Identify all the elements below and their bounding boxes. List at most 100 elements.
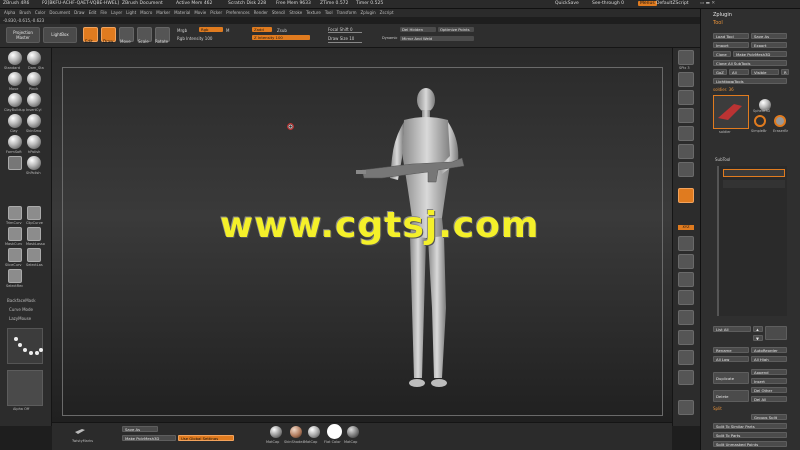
brush-pinch-icon[interactable] — [27, 72, 41, 86]
zplugin-header[interactable]: Zplugin — [713, 12, 732, 18]
current-tool-thumbnail[interactable] — [713, 95, 749, 129]
menu-item-movie[interactable]: Movie — [194, 10, 206, 15]
goz-visible-button[interactable]: Visible — [751, 69, 779, 75]
slicecurve-icon[interactable] — [8, 248, 22, 262]
menu-item-zplugin[interactable]: Zplugin — [361, 10, 376, 15]
persp-icon[interactable] — [678, 144, 694, 159]
zoom-icon[interactable] — [678, 90, 694, 105]
del-other-button[interactable]: Del Other — [751, 387, 787, 393]
rotate-view-icon[interactable] — [678, 290, 694, 305]
goz-button[interactable]: GoZ — [713, 69, 727, 75]
optimize-points-button[interactable]: Optimize Points — [438, 27, 474, 32]
tool-header[interactable]: Tool — [713, 20, 723, 26]
rgb-intensity-slider[interactable]: Rgb Intensity 100 — [177, 36, 212, 41]
local-icon[interactable] — [678, 188, 694, 203]
brush-clay-icon[interactable] — [8, 114, 22, 128]
subtool-row-active[interactable] — [723, 169, 785, 177]
use-global-settings-button[interactable]: Use Global Settings — [178, 435, 234, 441]
menu-item-texture[interactable]: Texture — [306, 10, 321, 15]
split-unmasked-button[interactable]: Split Unmasked Points — [713, 441, 787, 447]
ghost-icon[interactable] — [678, 350, 694, 365]
rgb-toggle[interactable]: Rgb — [199, 27, 223, 32]
m-toggle[interactable]: M — [226, 28, 229, 33]
subtool-row[interactable] — [723, 180, 785, 188]
bottom-save-as-button[interactable]: Save As — [122, 426, 158, 432]
brush-formsoft-icon[interactable] — [8, 135, 22, 149]
z-intensity-slider[interactable]: Z Intensity 100 — [252, 35, 310, 40]
material-skinshade-icon[interactable] — [290, 426, 302, 438]
brush-hpolish-icon[interactable] — [27, 135, 41, 149]
alpha-preview[interactable] — [7, 370, 43, 406]
arrow-up-icon[interactable]: ▲ — [753, 326, 763, 332]
goz-all-button[interactable]: All — [729, 69, 749, 75]
del-all-button[interactable]: Del All — [751, 396, 787, 402]
clipcurve-icon[interactable] — [27, 206, 41, 220]
groups-split-button[interactable]: Groups Split — [751, 414, 787, 420]
clone-all-subtools-button[interactable]: Clone All SubTools — [713, 60, 787, 66]
material-matcap2-icon[interactable] — [308, 426, 320, 438]
brush-standard-icon[interactable] — [8, 51, 22, 65]
mirror-and-weld-button[interactable]: Mirror And Weld — [400, 36, 474, 41]
menu-item-file[interactable]: File — [100, 10, 107, 15]
transp-icon[interactable] — [678, 330, 694, 345]
menu-item-draw[interactable]: Draw — [74, 10, 84, 15]
split-similar-button[interactable]: Split To Similar Parts — [713, 423, 787, 429]
mrgb-toggle[interactable]: Mrgb — [177, 28, 187, 33]
duplicate-button[interactable]: Duplicate — [713, 372, 749, 384]
aahalf-icon[interactable] — [678, 126, 694, 141]
menu-item-stroke[interactable]: Stroke — [289, 10, 302, 15]
delete-button[interactable]: Delete — [713, 390, 749, 402]
dynamic-toggle[interactable]: Dynamic — [382, 36, 397, 40]
arrow-down-icon[interactable]: ▼ — [753, 335, 763, 341]
save-as-button[interactable]: Save As — [751, 33, 787, 39]
xpose-icon[interactable] — [678, 400, 694, 415]
material-matcap3-icon[interactable] — [347, 426, 359, 438]
menu-item-tool[interactable]: Tool — [325, 10, 333, 15]
eraserbrush-thumbnail-icon[interactable] — [774, 115, 786, 127]
backface-mask-toggle[interactable]: BackfaceMask — [7, 298, 36, 303]
quicksave-button[interactable]: QuickSave — [555, 1, 579, 6]
simplebrush-thumbnail-icon[interactable] — [754, 115, 766, 127]
export-button[interactable]: Export — [751, 42, 787, 48]
lightbox-tools-button[interactable]: Lightbox▸Tools — [713, 78, 787, 84]
masklasso-icon[interactable] — [27, 227, 41, 241]
menu-item-zscript[interactable]: Zscript — [380, 10, 394, 15]
menu-item-document[interactable]: Document — [49, 10, 70, 15]
autoreorder-button[interactable]: AutoReorder — [751, 347, 787, 353]
subtool-slider[interactable] — [765, 326, 787, 340]
floor-icon[interactable] — [678, 162, 694, 177]
all-high-button[interactable]: All High — [751, 356, 787, 362]
load-tool-button[interactable]: Load Tool — [713, 33, 749, 39]
all-low-button[interactable]: All Low — [713, 356, 749, 362]
list-all-button[interactable]: List All — [713, 326, 751, 332]
lazy-mouse-toggle[interactable]: LazyMouse — [9, 316, 31, 321]
brush-insertcyl-icon[interactable] — [27, 93, 41, 107]
subtool-list[interactable] — [717, 166, 787, 316]
scroll-icon[interactable] — [678, 72, 694, 87]
menu-item-preferences[interactable]: Preferences — [226, 10, 250, 15]
tool-preview-icon[interactable] — [74, 426, 86, 436]
menu-item-material[interactable]: Material — [174, 10, 190, 15]
linefill-icon[interactable] — [678, 310, 694, 325]
make-polymesh-button[interactable]: Make PolyMesh3D — [733, 51, 787, 57]
insert-button[interactable]: Insert — [751, 378, 787, 384]
frame-icon[interactable] — [678, 236, 694, 251]
split-header[interactable]: Split — [713, 406, 722, 411]
menu-item-layer[interactable]: Layer — [111, 10, 122, 15]
focal-shift-track[interactable] — [328, 32, 362, 33]
scale-view-icon[interactable] — [678, 272, 694, 287]
menu-item-stencil[interactable]: Stencil — [272, 10, 286, 15]
curve-mode-toggle[interactable]: Curve Mode — [9, 307, 33, 312]
clone-button[interactable]: Clone — [713, 51, 731, 57]
brush-shpolish-icon[interactable] — [27, 156, 41, 170]
zsub-toggle[interactable]: Zsub — [277, 28, 287, 33]
rename-button[interactable]: Rename — [713, 347, 749, 353]
subtool-header[interactable]: SubTool — [715, 157, 730, 162]
menu-item-marker[interactable]: Marker — [156, 10, 170, 15]
brush-damstandard-icon[interactable] — [27, 51, 41, 65]
append-button[interactable]: Append — [751, 369, 787, 375]
menu-item-render[interactable]: Render — [254, 10, 268, 15]
draw-size-slider[interactable]: Draw Size 10 — [328, 36, 354, 41]
move-view-icon[interactable] — [678, 254, 694, 269]
see-through-slider[interactable]: See-through 0 — [592, 1, 624, 6]
